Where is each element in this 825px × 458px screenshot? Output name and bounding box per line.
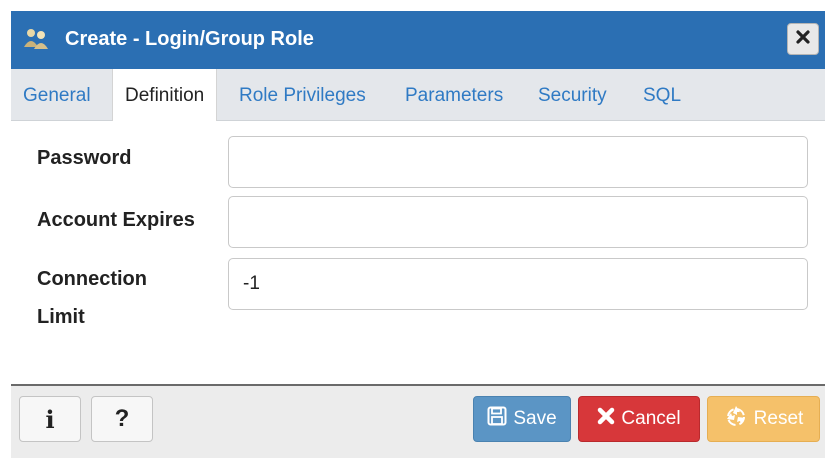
tab-sql[interactable]: SQL	[643, 69, 681, 121]
help-button[interactable]: ?	[91, 396, 153, 442]
tab-security[interactable]: Security	[538, 69, 607, 121]
tab-parameters[interactable]: Parameters	[405, 69, 503, 121]
dialog-footer: i ? Save Cancel Reset	[11, 386, 825, 458]
x-icon	[597, 407, 615, 431]
close-icon	[796, 29, 810, 49]
close-button[interactable]	[787, 23, 819, 55]
help-icon: ?	[114, 405, 130, 432]
info-button[interactable]: i	[19, 396, 81, 442]
connection-limit-label-line1: Connection	[37, 268, 147, 290]
connection-limit-label-line2: Limit	[37, 306, 85, 328]
account-expires-field[interactable]	[228, 196, 808, 248]
floppy-disk-icon	[487, 406, 507, 432]
save-label: Save	[513, 408, 557, 429]
password-label: Password	[37, 147, 132, 169]
recycle-icon	[724, 404, 748, 434]
dialog-titlebar: Create - Login/Group Role	[11, 11, 825, 69]
reset-button[interactable]: Reset	[707, 396, 820, 442]
dialog-title: Create - Login/Group Role	[65, 28, 314, 50]
info-icon: i	[45, 404, 55, 434]
tab-general[interactable]: General	[23, 69, 91, 121]
tab-role-privileges[interactable]: Role Privileges	[239, 69, 366, 121]
connection-limit-field[interactable]	[228, 258, 808, 310]
create-role-dialog: Create - Login/Group Role General Defini…	[0, 0, 825, 458]
cancel-label: Cancel	[621, 408, 681, 429]
role-icon	[23, 27, 49, 51]
reset-label: Reset	[753, 408, 804, 429]
password-field[interactable]	[228, 136, 808, 188]
definition-form: Password Account Expires Connection Limi…	[11, 121, 825, 386]
account-expires-label: Account Expires	[37, 209, 195, 231]
cancel-button[interactable]: Cancel	[578, 396, 700, 442]
connection-limit-label: Connection Limit	[37, 260, 147, 336]
save-button[interactable]: Save	[473, 396, 571, 442]
tab-bar: General Definition Role Privileges Param…	[11, 69, 825, 122]
tab-definition[interactable]: Definition	[112, 69, 218, 122]
